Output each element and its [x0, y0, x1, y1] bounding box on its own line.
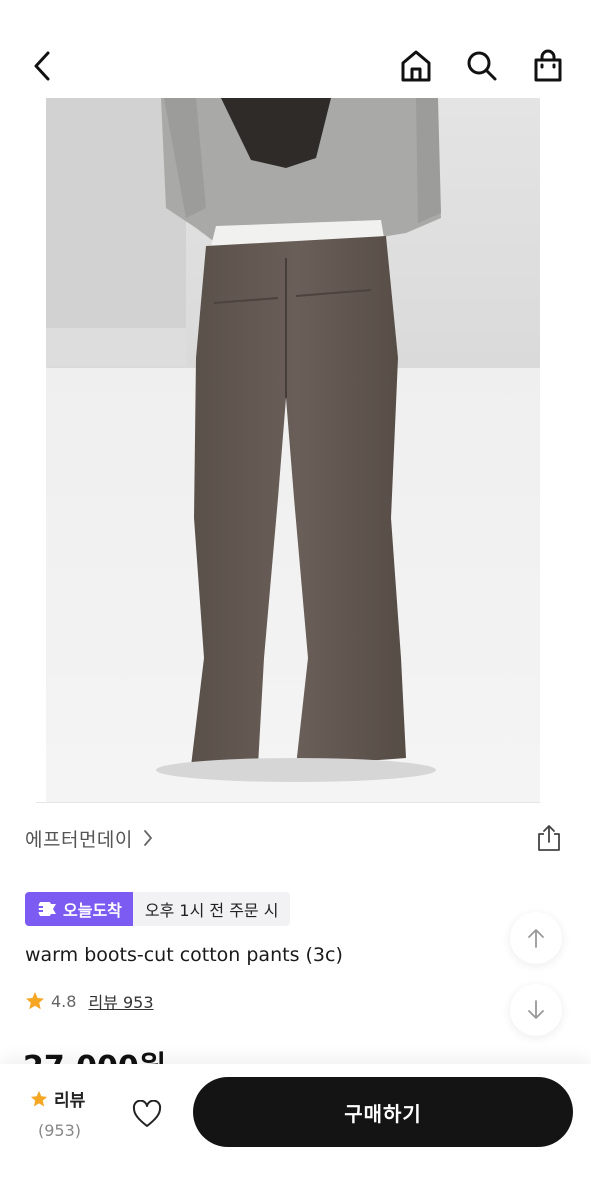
product-image[interactable] — [46, 98, 540, 802]
arrow-up-icon — [528, 929, 544, 948]
share-button[interactable] — [527, 818, 571, 858]
scroll-up-button[interactable] — [510, 912, 562, 964]
shopping-bag-icon — [534, 49, 562, 82]
wishlist-button[interactable] — [125, 1092, 169, 1136]
bottom-action-bar: 리뷰 (953) 구매하기 — [0, 1064, 591, 1200]
heart-icon — [132, 1100, 162, 1127]
star-icon — [30, 1090, 48, 1106]
star-icon — [26, 992, 44, 1010]
product-title: warm boots-cut cotton pants (3c) — [25, 944, 343, 966]
buy-button[interactable]: 구매하기 — [193, 1077, 573, 1147]
share-icon — [538, 825, 560, 851]
home-button[interactable] — [394, 42, 438, 90]
home-icon — [401, 50, 431, 82]
arrow-down-icon — [528, 1000, 544, 1019]
brand-link[interactable]: 에프터먼데이 — [25, 822, 153, 854]
image-divider — [36, 802, 540, 803]
delivery-badge: 오늘도착 오후 1시 전 주문 시 — [25, 892, 291, 926]
rating-value: 4.8 — [51, 991, 77, 1011]
shopping-bag-button[interactable] — [526, 42, 570, 90]
delivery-condition: 오후 1시 전 주문 시 — [132, 892, 291, 926]
chevron-left-icon — [34, 51, 50, 81]
review-summary-button[interactable]: 리뷰 (953) — [30, 1086, 100, 1140]
back-button[interactable] — [20, 42, 64, 90]
rating-row: 4.8 리뷰 953 — [25, 988, 154, 1014]
top-app-bar — [0, 0, 591, 98]
price-text: 27,000원 — [23, 1048, 173, 1064]
price-partial: 27,000원 — [23, 1048, 173, 1064]
product-photo — [46, 98, 540, 802]
brand-name: 에프터먼데이 — [25, 828, 133, 851]
chevron-right-icon — [143, 830, 152, 846]
search-button[interactable] — [460, 42, 504, 90]
today-delivery-badge: 오늘도착 — [25, 892, 133, 926]
review-summary-label: 리뷰 — [54, 1091, 86, 1111]
review-summary-count: (953) — [38, 1121, 82, 1140]
search-icon — [467, 51, 497, 81]
scroll-down-button[interactable] — [510, 984, 562, 1036]
review-link[interactable]: 리뷰 953 — [88, 989, 153, 1013]
delivery-truck-icon — [35, 902, 56, 916]
delivery-badge-label: 오늘도착 — [63, 901, 122, 920]
